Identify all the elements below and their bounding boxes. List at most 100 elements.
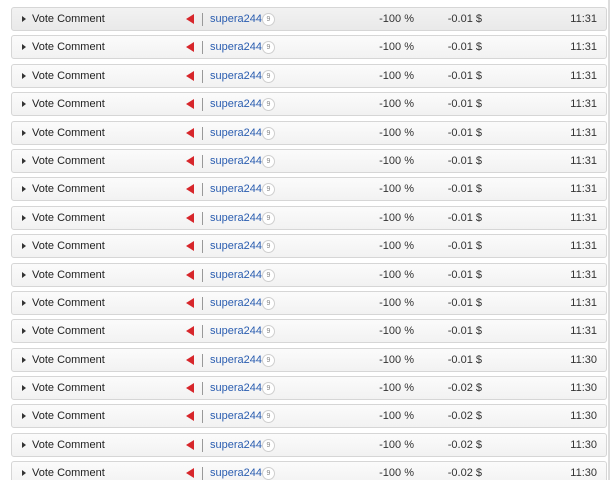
vote-weight: -100 % <box>379 183 414 196</box>
voter-username-link[interactable]: supera244 <box>210 292 262 314</box>
divider <box>202 240 203 254</box>
downvote-arrow-icon <box>186 212 194 223</box>
vote-weight: -100 % <box>379 353 414 366</box>
voter-username-link[interactable]: supera244 <box>210 65 262 87</box>
caret-right-icon[interactable] <box>22 214 26 221</box>
vote-weight: -100 % <box>379 382 414 395</box>
operation-type: Vote Comment <box>32 98 105 111</box>
list-item[interactable]: Vote Comment supera244 9 -100 % -0.01 $ 11:31 <box>11 234 607 259</box>
downvote-arrow-icon <box>186 14 194 24</box>
reputation-badge: 9 <box>262 240 275 254</box>
voter-username-link[interactable]: supera244 <box>210 349 262 371</box>
timestamp: 11:30 <box>570 382 597 395</box>
list-item[interactable]: Vote Comment supera244 9 -100 % -0.01 $ 11:31 <box>11 205 607 230</box>
list-item[interactable]: Vote Comment supera244 9 -100 % -0.01 $ 11:31 <box>11 120 607 145</box>
list-item[interactable]: Vote Comment supera244 9 -100 % -0.02 $ 11:30 <box>11 461 607 480</box>
caret-right-icon[interactable] <box>22 385 26 392</box>
list-item[interactable]: Vote Comment supera244 9 -100 % -0.01 $ 11:31 <box>11 319 607 344</box>
divider <box>202 438 203 452</box>
vote-value: -0.02 $ <box>447 467 482 480</box>
vote-weight: -100 % <box>379 438 414 451</box>
voter-username-link[interactable]: supera244 <box>210 178 262 200</box>
voter-username-link[interactable]: supera244 <box>210 207 262 229</box>
vote-weight: -100 % <box>379 154 414 167</box>
downvote-arrow-icon <box>186 411 194 422</box>
downvote-arrow-icon <box>186 383 194 394</box>
list-item[interactable]: Vote Comment supera244 9 -100 % -0.01 $ 11:31 <box>11 290 607 315</box>
voter-username-link[interactable]: supera244 <box>210 434 262 456</box>
caret-right-icon[interactable] <box>22 271 26 278</box>
caret-right-icon[interactable] <box>22 299 26 306</box>
timestamp: 11:31 <box>570 69 597 82</box>
operation-type: Vote Comment <box>32 69 105 82</box>
voter-username-link[interactable]: supera244 <box>210 36 262 58</box>
list-item[interactable]: Vote Comment supera244 9 -100 % -0.01 $ 11:30 <box>11 347 607 372</box>
vote-weight: -100 % <box>379 240 414 253</box>
operation-type: Vote Comment <box>32 41 105 54</box>
reputation-badge: 9 <box>262 69 275 83</box>
voter-username-link[interactable]: supera244 <box>210 462 262 480</box>
operation-type: Vote Comment <box>32 211 105 224</box>
timestamp: 11:30 <box>570 353 597 366</box>
caret-right-icon[interactable] <box>22 470 26 477</box>
divider <box>202 296 203 310</box>
list-item[interactable]: Vote Comment supera244 9 -100 % -0.01 $ 11:31 <box>11 7 607 31</box>
voter-username-link[interactable]: supera244 <box>210 405 262 427</box>
voter-username-link[interactable]: supera244 <box>210 320 262 342</box>
caret-right-icon[interactable] <box>22 16 26 22</box>
caret-right-icon[interactable] <box>22 129 26 136</box>
caret-right-icon[interactable] <box>22 157 26 164</box>
timestamp: 11:31 <box>570 268 597 281</box>
voter-username-link[interactable]: supera244 <box>210 264 262 286</box>
caret-right-icon[interactable] <box>22 44 26 51</box>
vote-weight: -100 % <box>379 268 414 281</box>
reputation-badge: 9 <box>262 353 275 367</box>
divider <box>202 268 203 282</box>
reputation-badge: 9 <box>262 211 275 225</box>
vote-weight: -100 % <box>379 98 414 111</box>
list-item[interactable]: Vote Comment supera244 9 -100 % -0.02 $ 11:30 <box>11 404 607 429</box>
list-item[interactable]: Vote Comment supera244 9 -100 % -0.02 $ 11:30 <box>11 376 607 401</box>
downvote-arrow-icon <box>186 439 194 450</box>
timestamp: 11:31 <box>570 240 597 253</box>
list-item[interactable]: Vote Comment supera244 9 -100 % -0.01 $ 11:31 <box>11 35 607 60</box>
operation-type: Vote Comment <box>32 296 105 309</box>
voter-username-link[interactable]: supera244 <box>210 150 262 172</box>
list-item[interactable]: Vote Comment supera244 9 -100 % -0.01 $ 11:31 <box>11 148 607 173</box>
caret-right-icon[interactable] <box>22 328 26 335</box>
downvote-arrow-icon <box>186 127 194 138</box>
divider <box>202 69 203 83</box>
timestamp: 11:31 <box>570 325 597 338</box>
caret-right-icon[interactable] <box>22 413 26 420</box>
voter-username-link[interactable]: supera244 <box>210 122 262 144</box>
caret-right-icon[interactable] <box>22 441 26 448</box>
operation-type: Vote Comment <box>32 438 105 451</box>
reputation-badge: 9 <box>262 154 275 168</box>
voter-username-link[interactable]: supera244 <box>210 235 262 257</box>
list-item[interactable]: Vote Comment supera244 9 -100 % -0.01 $ 11:31 <box>11 63 607 88</box>
downvote-arrow-icon <box>186 326 194 337</box>
list-item[interactable]: Vote Comment supera244 9 -100 % -0.01 $ 11:31 <box>11 92 607 117</box>
caret-right-icon[interactable] <box>22 72 26 79</box>
voter-username-link[interactable]: supera244 <box>210 93 262 115</box>
list-item[interactable]: Vote Comment supera244 9 -100 % -0.02 $ 11:30 <box>11 432 607 457</box>
caret-right-icon[interactable] <box>22 356 26 363</box>
list-item[interactable]: Vote Comment supera244 9 -100 % -0.01 $ 11:31 <box>11 177 607 202</box>
caret-right-icon[interactable] <box>22 186 26 193</box>
caret-right-icon[interactable] <box>22 243 26 250</box>
timestamp: 11:31 <box>570 296 597 309</box>
caret-right-icon[interactable] <box>22 101 26 108</box>
reputation-badge: 9 <box>262 325 275 339</box>
vote-value: -0.01 $ <box>447 154 482 167</box>
downvote-arrow-icon <box>186 155 194 166</box>
downvote-arrow-icon <box>186 241 194 252</box>
downvote-arrow-icon <box>186 297 194 308</box>
vote-value: -0.02 $ <box>447 438 482 451</box>
timestamp: 11:31 <box>570 41 597 54</box>
vote-weight: -100 % <box>379 325 414 338</box>
voter-username-link[interactable]: supera244 <box>210 377 262 399</box>
reputation-badge: 9 <box>262 410 275 424</box>
list-item[interactable]: Vote Comment supera244 9 -100 % -0.01 $ 11:31 <box>11 262 607 287</box>
reputation-badge: 9 <box>262 183 275 197</box>
voter-username-link[interactable]: supera244 <box>210 8 262 30</box>
